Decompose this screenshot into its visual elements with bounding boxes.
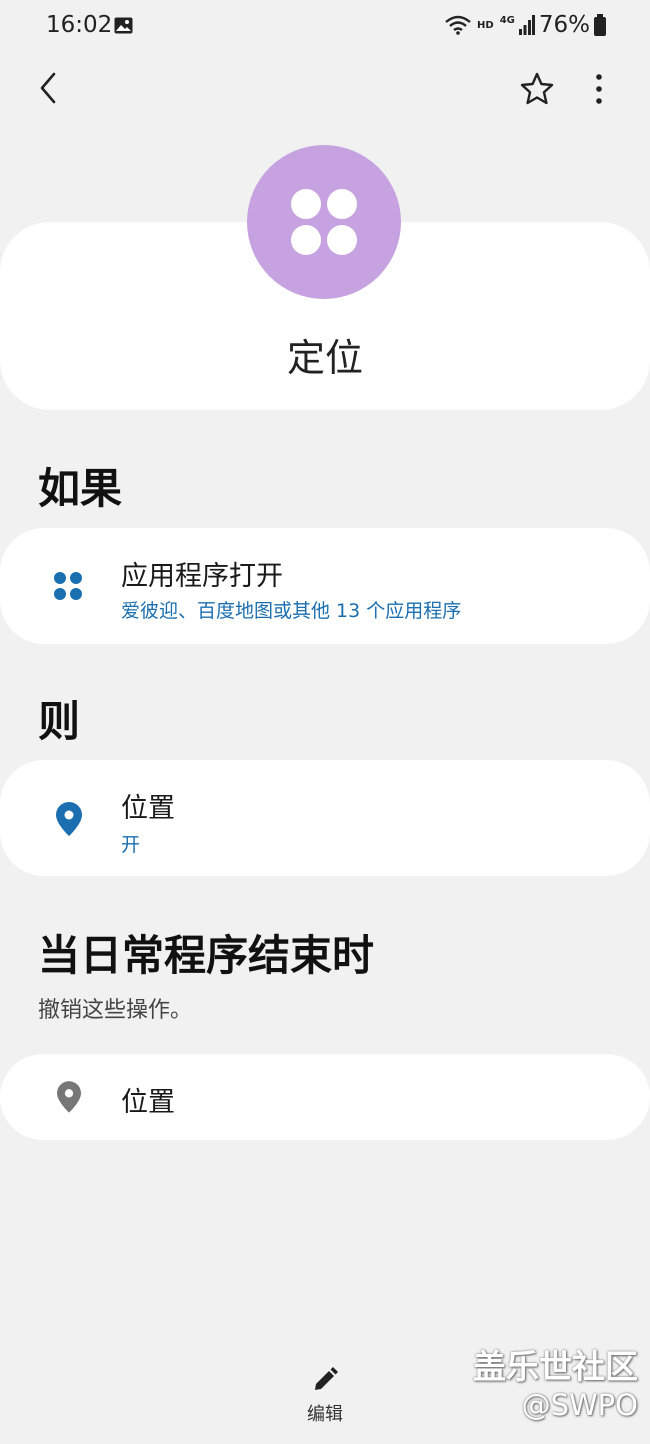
apps-grid-icon [247,145,401,299]
more-icon [596,74,602,104]
if-condition-card[interactable]: 应用程序打开 爱彼迎、百度地图或其他 13 个应用程序 [0,528,650,644]
edit-button[interactable]: 编辑 [296,1366,354,1430]
back-button[interactable] [30,66,70,110]
page-title: 定位 [286,336,363,380]
image-icon [114,17,133,34]
wifi-icon [445,15,471,35]
end-action-title: 位置 [121,1087,175,1118]
favorite-button[interactable] [518,70,556,108]
watermark-handle: @SWPO [521,1388,638,1422]
network-hd-label: HD [477,19,494,31]
then-action-card[interactable]: 位置 开 [0,760,650,876]
status-bar-right: HD 4G 76% [445,12,606,38]
then-action-title: 位置 [121,793,175,824]
back-icon [40,72,56,104]
then-section-heading: 则 [38,697,81,746]
end-section-description: 撤销这些操作。 [38,998,193,1023]
then-action-subtitle: 开 [121,834,141,856]
status-time: 16:02 [46,12,113,38]
watermark-community: 盖乐世社区 [473,1347,638,1386]
battery-icon [594,14,606,36]
more-options-button[interactable] [586,70,612,108]
end-action-card[interactable]: 位置 [0,1054,650,1140]
if-section-heading: 如果 [38,464,123,513]
signal-icon [518,15,535,35]
network-type-label: 4G [499,14,515,26]
if-condition-subtitle: 爱彼迎、百度地图或其他 13 个应用程序 [121,600,462,622]
star-icon [520,72,554,105]
if-condition-title: 应用程序打开 [121,561,283,592]
edit-label: 编辑 [307,1404,343,1425]
battery-percent: 76% [538,12,590,38]
location-pin-icon [57,1081,81,1113]
location-pin-icon [56,802,82,836]
pencil-icon [315,1367,338,1390]
end-section-heading: 当日常程序结束时 [38,931,375,980]
apps-grid-icon [54,572,82,600]
